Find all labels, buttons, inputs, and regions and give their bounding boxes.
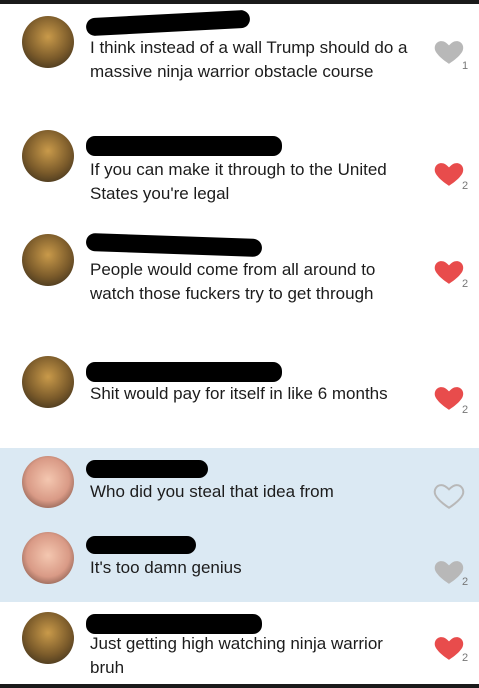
heart-icon (434, 637, 464, 660)
like-count: 1 (462, 60, 469, 72)
like-count: 2 (462, 180, 469, 192)
redacted-username (86, 136, 282, 156)
like-button[interactable] (432, 478, 466, 512)
comment-text: People would come from all around to wat… (90, 260, 376, 303)
comment-item: Shit would pay for itself in like 6 mont… (0, 346, 479, 448)
bottom-border (0, 684, 479, 688)
like-count: 2 (462, 278, 469, 290)
redacted-username (85, 9, 251, 37)
comment-item: People would come from all around to wat… (0, 222, 479, 346)
heart-icon (434, 163, 464, 186)
comment-item: It's too damn genius 2 (0, 528, 479, 602)
redacted-username (85, 232, 263, 258)
user-avatar[interactable] (22, 16, 74, 68)
like-button[interactable] (432, 380, 466, 414)
comment-item: Just getting high watching ninja warrior… (0, 602, 479, 684)
user-avatar[interactable] (22, 356, 74, 408)
user-avatar[interactable] (22, 234, 74, 286)
user-avatar[interactable] (22, 532, 74, 584)
heart-icon (434, 561, 464, 584)
redacted-username (86, 536, 196, 554)
comment-text: Just getting high watching ninja warrior… (90, 634, 383, 677)
comment-item: I think instead of a wall Trump should d… (0, 4, 479, 122)
like-button[interactable] (432, 630, 466, 664)
comment-item: If you can make it through to the United… (0, 122, 479, 222)
like-button[interactable] (432, 34, 466, 68)
like-count: 2 (462, 404, 469, 416)
heart-icon (434, 261, 464, 284)
comment-text: If you can make it through to the United… (90, 160, 387, 203)
user-avatar[interactable] (22, 130, 74, 182)
like-count: 2 (462, 652, 469, 664)
redacted-username (86, 614, 262, 634)
comment-item: Who did you steal that idea from (0, 448, 479, 528)
redacted-username (86, 362, 282, 382)
like-button[interactable] (432, 254, 466, 288)
heart-icon (434, 387, 464, 410)
like-count: 2 (462, 576, 469, 588)
redacted-username (86, 460, 208, 478)
user-avatar[interactable] (22, 612, 74, 664)
user-avatar[interactable] (22, 456, 74, 508)
comment-text: Who did you steal that idea from (90, 482, 334, 501)
like-button[interactable] (432, 156, 466, 190)
like-button[interactable] (432, 554, 466, 588)
comment-text: It's too damn genius (90, 558, 242, 577)
comment-text: I think instead of a wall Trump should d… (90, 38, 408, 81)
comment-text: Shit would pay for itself in like 6 mont… (90, 384, 388, 403)
heart-outline-icon (433, 484, 465, 509)
heart-icon (434, 41, 464, 64)
